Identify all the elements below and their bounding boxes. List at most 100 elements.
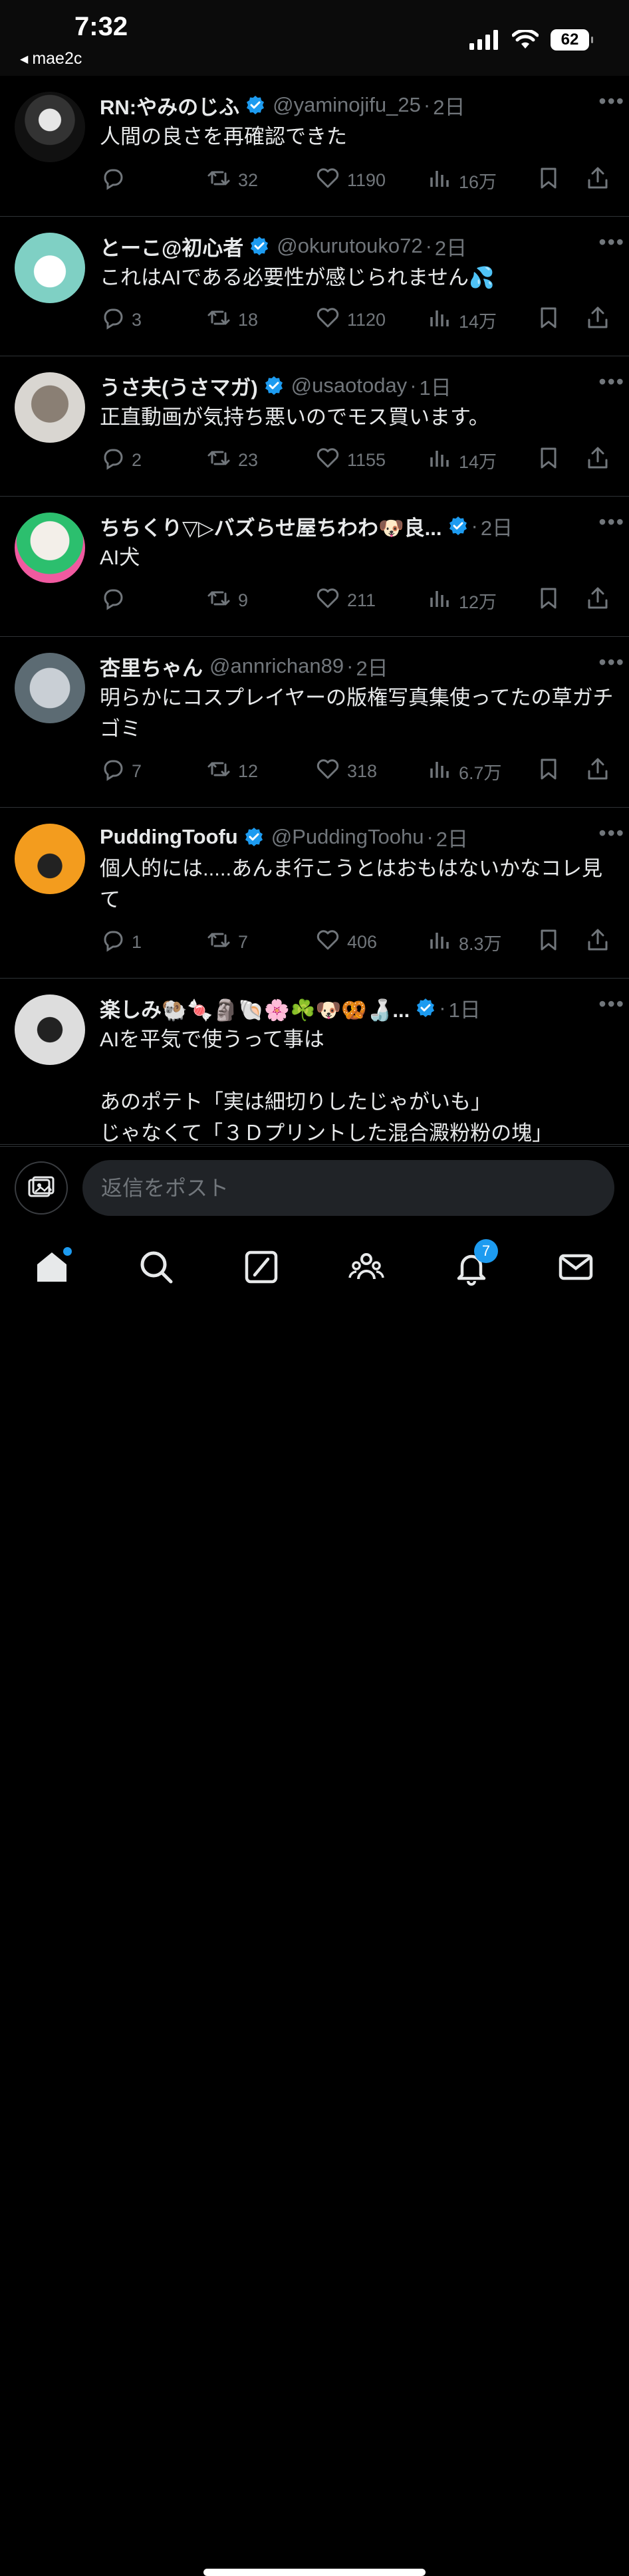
reply-input[interactable] xyxy=(82,1160,614,1216)
reply-button[interactable]: 7 xyxy=(100,757,142,786)
views-button[interactable]: 8.3万 xyxy=(427,927,502,957)
avatar[interactable] xyxy=(15,824,85,894)
retweet-button[interactable]: 12 xyxy=(206,757,258,786)
back-arrow-icon: ◀ xyxy=(20,54,29,65)
user-handle[interactable]: @yaminojifu_25 xyxy=(273,93,421,117)
like-button[interactable]: 211 xyxy=(315,586,376,616)
bookmark-button[interactable] xyxy=(536,305,561,335)
tab-search[interactable] xyxy=(136,1247,176,1287)
tweet-item[interactable]: RN:やみのじふ @yaminojifu_25 · 2日 人間の良さを再確認できた •••… xyxy=(0,76,629,217)
reply-button[interactable]: 2 xyxy=(100,445,142,475)
post-time[interactable]: 2日 xyxy=(356,651,388,681)
share-button[interactable] xyxy=(585,757,610,786)
more-options-icon[interactable]: ••• xyxy=(598,992,625,1016)
display-name[interactable]: RN:やみのじふ xyxy=(100,90,239,120)
display-name[interactable]: PuddingToofu xyxy=(100,825,238,849)
tweet-actions: 7 12 318 6.7万 xyxy=(100,755,616,788)
share-icon xyxy=(585,586,610,616)
back-to-app-link[interactable]: ◀ mae2c xyxy=(20,49,82,68)
views-button[interactable]: 14万 xyxy=(427,305,497,335)
display-name[interactable]: 楽しみ🐏🍬🗿🐚🌸☘️🐶🥨🍶... xyxy=(100,993,410,1023)
views-button[interactable]: 6.7万 xyxy=(427,757,502,786)
display-name[interactable]: ちちくり▽▷バズらせ屋ちわわ🐶良... xyxy=(100,511,442,541)
reply-button[interactable]: 3 xyxy=(100,305,142,335)
more-options-icon[interactable]: ••• xyxy=(598,230,625,255)
bookmark-button[interactable] xyxy=(536,166,561,195)
avatar[interactable] xyxy=(15,995,85,1065)
tweet-item[interactable]: うさ夫(うさマガ) @usaotoday · 1日 正直動画が気持ち悪いのでモス買います… xyxy=(0,356,629,497)
tab-home[interactable] xyxy=(32,1247,72,1287)
more-options-icon[interactable]: ••• xyxy=(598,510,625,534)
user-handle[interactable]: @PuddingToohu xyxy=(271,825,424,849)
like-button[interactable]: 406 xyxy=(315,927,377,957)
share-button[interactable] xyxy=(585,166,610,195)
media-picker-button[interactable] xyxy=(15,1161,68,1215)
share-button[interactable] xyxy=(585,586,610,616)
user-handle[interactable]: @usaotoday xyxy=(291,374,408,398)
reply-bar xyxy=(0,1146,629,1229)
like-button[interactable]: 318 xyxy=(315,757,377,786)
tweet-text: これはAIである必要性が感じられません💦 xyxy=(100,266,495,289)
views-button[interactable]: 16万 xyxy=(427,166,497,195)
tweet-item[interactable]: 杏里ちゃん @annrichan89 · 2日 明らかにコスプレイヤーの版権写真集使って… xyxy=(0,637,629,808)
reply-icon xyxy=(100,757,125,786)
avatar[interactable] xyxy=(15,92,85,162)
tab-notifications[interactable]: 7 xyxy=(451,1239,498,1287)
home-indicator[interactable] xyxy=(203,2569,426,2576)
retweet-button[interactable]: 23 xyxy=(206,445,258,475)
share-button[interactable] xyxy=(585,305,610,335)
like-button[interactable]: 1155 xyxy=(315,445,386,475)
reply-feed[interactable]: RN:やみのじふ @yaminojifu_25 · 2日 人間の良さを再確認できた •••… xyxy=(0,76,629,1146)
post-time[interactable]: 2日 xyxy=(433,90,465,120)
user-handle[interactable]: @okurutouko72 xyxy=(277,234,422,258)
more-options-icon[interactable]: ••• xyxy=(598,821,625,846)
post-time[interactable]: 1日 xyxy=(449,993,481,1023)
views-button[interactable]: 12万 xyxy=(427,586,497,616)
like-button[interactable]: 1190 xyxy=(315,166,386,195)
more-options-icon[interactable]: ••• xyxy=(598,370,625,394)
avatar[interactable] xyxy=(15,372,85,443)
tab-messages[interactable] xyxy=(556,1247,596,1287)
avatar[interactable] xyxy=(15,653,85,723)
retweet-button[interactable]: 32 xyxy=(206,166,258,195)
retweet-button[interactable]: 7 xyxy=(206,927,248,957)
tweet-content: 杏里ちゃん @annrichan89 · 2日 明らかにコスプレイヤーの版権写真集使って… xyxy=(100,650,616,745)
post-time[interactable]: 2日 xyxy=(436,822,468,852)
reply-button[interactable] xyxy=(100,166,132,195)
more-options-icon[interactable]: ••• xyxy=(598,650,625,675)
tweet-item[interactable]: PuddingToofu @PuddingToohu · 2日 個人的には.....あん… xyxy=(0,808,629,979)
tweet-item[interactable]: 楽しみ🐏🍬🗿🐚🌸☘️🐶🥨🍶... · 1日 AIを平気で使うって事は あのポテト「実は… xyxy=(0,979,629,1145)
bookmark-button[interactable] xyxy=(536,445,561,475)
display-name[interactable]: とーこ@初心者 xyxy=(100,231,243,261)
bookmark-button[interactable] xyxy=(536,757,561,786)
like-button[interactable]: 1120 xyxy=(315,305,386,335)
share-button[interactable] xyxy=(585,445,610,475)
tweet-item[interactable]: とーこ@初心者 @okurutouko72 · 2日 これはAIである必要性が感じられま… xyxy=(0,217,629,356)
tab-grok[interactable] xyxy=(241,1247,281,1287)
tab-communities[interactable] xyxy=(346,1247,386,1287)
reply-count: 3 xyxy=(132,309,142,330)
post-time[interactable]: 2日 xyxy=(435,231,467,261)
bookmark-button[interactable] xyxy=(536,586,561,616)
more-options-icon[interactable]: ••• xyxy=(598,89,625,114)
bookmark-icon xyxy=(536,305,561,335)
retweet-button[interactable]: 18 xyxy=(206,305,258,335)
reply-button[interactable]: 1 xyxy=(100,927,142,957)
views-button[interactable]: 14万 xyxy=(427,445,497,475)
reply-button[interactable] xyxy=(100,586,132,616)
battery-level: 62 xyxy=(561,31,579,49)
bookmark-button[interactable] xyxy=(536,927,561,957)
share-icon xyxy=(585,445,610,475)
avatar[interactable] xyxy=(15,233,85,303)
post-time[interactable]: 1日 xyxy=(420,371,451,401)
reply-icon xyxy=(100,586,125,616)
user-handle[interactable]: @annrichan89 xyxy=(209,654,344,678)
share-button[interactable] xyxy=(585,927,610,957)
retweet-button[interactable]: 9 xyxy=(206,586,248,616)
display-name[interactable]: うさ夫(うさマガ) xyxy=(100,371,258,401)
display-name[interactable]: 杏里ちゃん xyxy=(100,651,203,681)
tweet-content: PuddingToofu @PuddingToohu · 2日 個人的には.....あん… xyxy=(100,821,616,915)
tweet-item[interactable]: ちちくり▽▷バズらせ屋ちわわ🐶良... · 2日 AI犬 ••• 9 211 12万 xyxy=(0,497,629,637)
post-time[interactable]: 2日 xyxy=(481,511,513,541)
avatar[interactable] xyxy=(15,513,85,583)
